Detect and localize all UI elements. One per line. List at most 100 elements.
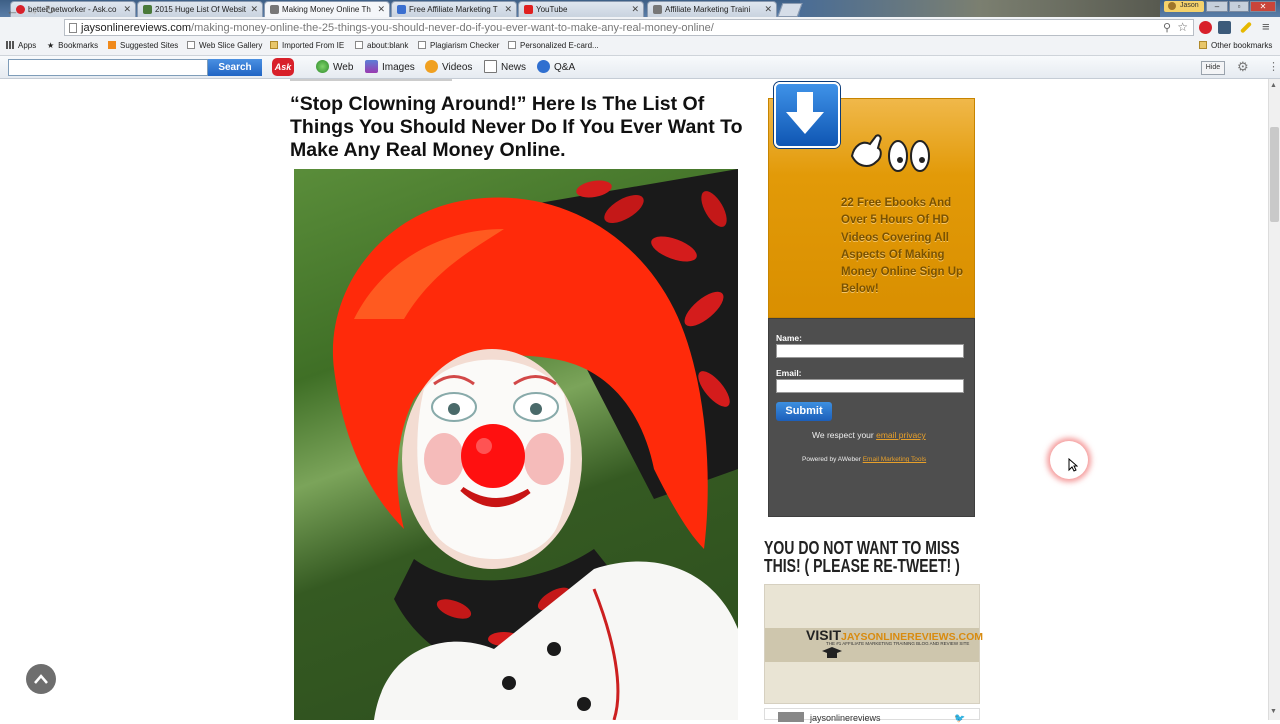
close-icon[interactable]: ✕: [250, 4, 258, 15]
user-name: Jason: [1180, 2, 1199, 9]
bookmark-web-slice-gallery[interactable]: Web Slice Gallery: [187, 41, 262, 50]
user-icon: [1168, 2, 1176, 10]
tab-6[interactable]: Affiliate Marketing Traini ✕: [647, 1, 777, 17]
site-favicon-icon: [270, 5, 279, 14]
tab-3-active[interactable]: Making Money Online Th ✕: [264, 1, 390, 18]
twitter-avatar: [778, 712, 804, 722]
globe-icon: [316, 60, 329, 73]
window-background: [800, 0, 1160, 17]
tab-label: YouTube: [536, 5, 568, 14]
tab-label: better networker - Ask.co: [28, 5, 117, 14]
bookmark-star-icon[interactable]: ☆: [1177, 20, 1188, 34]
bookmark-apps[interactable]: Apps: [6, 41, 36, 50]
bookmark-about-blank[interactable]: about:blank: [355, 41, 408, 50]
site-favicon-icon: [653, 5, 662, 14]
youtube-favicon-icon: [524, 5, 533, 14]
close-icon[interactable]: ✕: [504, 4, 512, 15]
image-icon: [365, 60, 378, 73]
star-icon: ★: [47, 41, 55, 50]
bookmark-other[interactable]: Other bookmarks: [1199, 41, 1272, 50]
email-label: Email:: [776, 368, 802, 378]
download-arrow-icon: [774, 82, 840, 148]
clown-photo: [294, 169, 738, 720]
mouse-cursor-icon: [1068, 457, 1079, 477]
close-icon[interactable]: ✕: [631, 4, 639, 15]
close-icon[interactable]: ✕: [377, 4, 385, 15]
site-favicon-icon: [143, 5, 152, 14]
tab-label: Free Affiliate Marketing T: [409, 5, 498, 14]
apps-grid-icon: [6, 41, 14, 49]
scrollbar-thumb[interactable]: [1270, 127, 1279, 222]
zoom-icon[interactable]: ⚲: [1163, 21, 1171, 34]
suggested-sites-icon: [108, 41, 116, 49]
bookmarks-bar: Apps ★ Bookmarks Suggested Sites Web Slic…: [0, 38, 1280, 56]
scroll-to-top-button[interactable]: [26, 664, 56, 694]
divider: [290, 79, 452, 81]
ask-qa-button[interactable]: Q&A: [537, 60, 575, 73]
video-play-icon: [425, 60, 438, 73]
email-input[interactable]: [776, 379, 964, 393]
close-icon[interactable]: ✕: [764, 4, 772, 15]
bookmark-plagiarism-checker[interactable]: Plagiarism Checker: [418, 41, 499, 50]
page-icon: [355, 41, 363, 49]
minimize-button[interactable]: –: [1206, 1, 1228, 12]
folder-icon: [1199, 41, 1207, 49]
graduation-cap-icon: [822, 646, 842, 664]
settings-gear-icon[interactable]: ⚙: [1237, 59, 1249, 75]
retweet-heading: YOU DO NOT WANT TO MISS THIS! ( PLEASE R…: [764, 538, 960, 576]
toolbar-overflow-icon[interactable]: ⋮: [1268, 60, 1279, 73]
optin-offer-text: 22 Free Ebooks And Over 5 Hours Of HD Vi…: [841, 197, 964, 296]
page-icon: [418, 41, 426, 49]
privacy-note: We respect your email privacy: [812, 430, 926, 440]
visit-banner-subtitle: THE #1 AFFILIATE MARKETING TRAINING BLOG…: [826, 641, 970, 646]
page-icon: [508, 41, 516, 49]
google-sites-favicon-icon: [397, 5, 406, 14]
page-icon: [187, 41, 195, 49]
waving-hand-icon: [848, 132, 932, 181]
tab-label: Making Money Online Th: [282, 5, 371, 14]
ask-videos-button[interactable]: Videos: [425, 60, 472, 73]
tab-2[interactable]: 2015 Huge List Of Websit ✕: [137, 1, 263, 17]
tab-label: Affiliate Marketing Traini: [665, 5, 751, 14]
bookmark-suggested-sites[interactable]: Suggested Sites: [108, 41, 178, 50]
window-close-button[interactable]: ✕: [1250, 1, 1276, 12]
bookmark-imported-from-ie[interactable]: Imported From IE: [270, 41, 344, 50]
ask-web-button[interactable]: Web: [316, 60, 353, 73]
reload-icon[interactable]: ↻: [45, 3, 55, 17]
menu-icon[interactable]: ≡: [1262, 19, 1270, 34]
email-marketing-tools-link[interactable]: Email Marketing Tools: [863, 456, 926, 463]
ask-images-button[interactable]: Images: [365, 60, 415, 73]
ask-search-input[interactable]: [8, 59, 208, 76]
tab-5[interactable]: YouTube ✕: [518, 1, 644, 17]
maximize-button[interactable]: ▫: [1229, 1, 1249, 12]
scroll-down-arrow-icon[interactable]: ▼: [1270, 708, 1277, 715]
url-text: jaysonlinereviews.com/making-money-onlin…: [81, 22, 714, 34]
submit-button[interactable]: Submit: [776, 402, 832, 421]
close-icon[interactable]: ✕: [123, 4, 131, 15]
chevron-up-icon: [34, 674, 48, 684]
page-icon: [69, 23, 77, 33]
address-bar[interactable]: jaysonlinereviews.com/making-money-onlin…: [64, 19, 1194, 36]
ask-extension-icon[interactable]: [1199, 21, 1212, 34]
ask-logo[interactable]: Ask: [272, 58, 294, 76]
ask-news-button[interactable]: News: [484, 60, 526, 73]
screen-extension-icon[interactable]: [1218, 21, 1231, 34]
bookmark-bookmarks[interactable]: ★ Bookmarks: [47, 41, 98, 50]
bookmark-personalized-ecard[interactable]: Personalized E-card...: [508, 41, 599, 50]
back-arrow-icon[interactable]: ←: [6, 3, 19, 18]
tab-4[interactable]: Free Affiliate Marketing T ✕: [391, 1, 517, 17]
article-title: “Stop Clowning Around!” Here Is The List…: [290, 93, 743, 161]
tab-label: 2015 Huge List Of Websit: [155, 5, 247, 14]
ask-search-button[interactable]: Search: [208, 59, 262, 76]
scroll-up-arrow-icon[interactable]: ▲: [1270, 82, 1277, 89]
clown-illustration: [332, 169, 738, 720]
forward-arrow-icon[interactable]: →: [26, 3, 39, 18]
email-privacy-link[interactable]: email privacy: [876, 430, 926, 440]
folder-icon: [270, 41, 278, 49]
ask-hide-button[interactable]: Hide: [1201, 61, 1225, 75]
twitter-username[interactable]: jaysonlinereviews: [810, 713, 881, 723]
name-input[interactable]: [776, 344, 964, 358]
name-label: Name:: [776, 333, 802, 343]
twitter-bird-icon[interactable]: 🐦: [954, 713, 965, 724]
user-profile-button[interactable]: Jason: [1164, 1, 1204, 12]
